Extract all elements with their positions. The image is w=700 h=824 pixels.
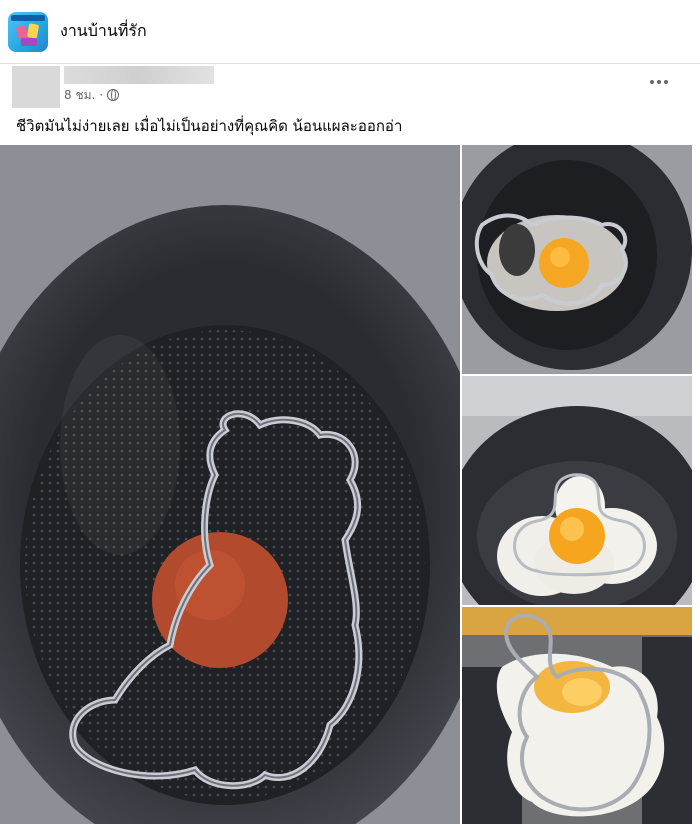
post-text: ชีวิตมันไม่ง่ายเลย เมื่อไม่เป็นอย่างที่ค… [16, 117, 403, 135]
author-name-redacted[interactable] [64, 66, 214, 84]
post-card: 8 ชม. · ชีวิตมันไม่ง่ายเลย เมื่อไม่เป็นอ… [0, 64, 700, 824]
more-options-icon[interactable] [644, 74, 674, 90]
post-meta: 8 ชม. · [64, 86, 120, 105]
post-time[interactable]: 8 ชม. [64, 86, 95, 105]
photo-grid [0, 145, 700, 824]
avatar[interactable] [12, 66, 60, 108]
group-logo-icon[interactable] [8, 11, 48, 52]
photo-egg-cooking[interactable] [462, 376, 692, 605]
group-name[interactable]: งานบ้านที่รัก [60, 19, 147, 44]
globe-icon [107, 89, 120, 101]
photo-egg-in-mold[interactable] [462, 145, 692, 374]
group-header: งานบ้านที่รัก [0, 0, 700, 64]
meta-separator: · [99, 88, 104, 102]
photo-fried-egg-result[interactable] [462, 607, 692, 824]
photo-pan-bear-mold[interactable] [0, 145, 460, 824]
